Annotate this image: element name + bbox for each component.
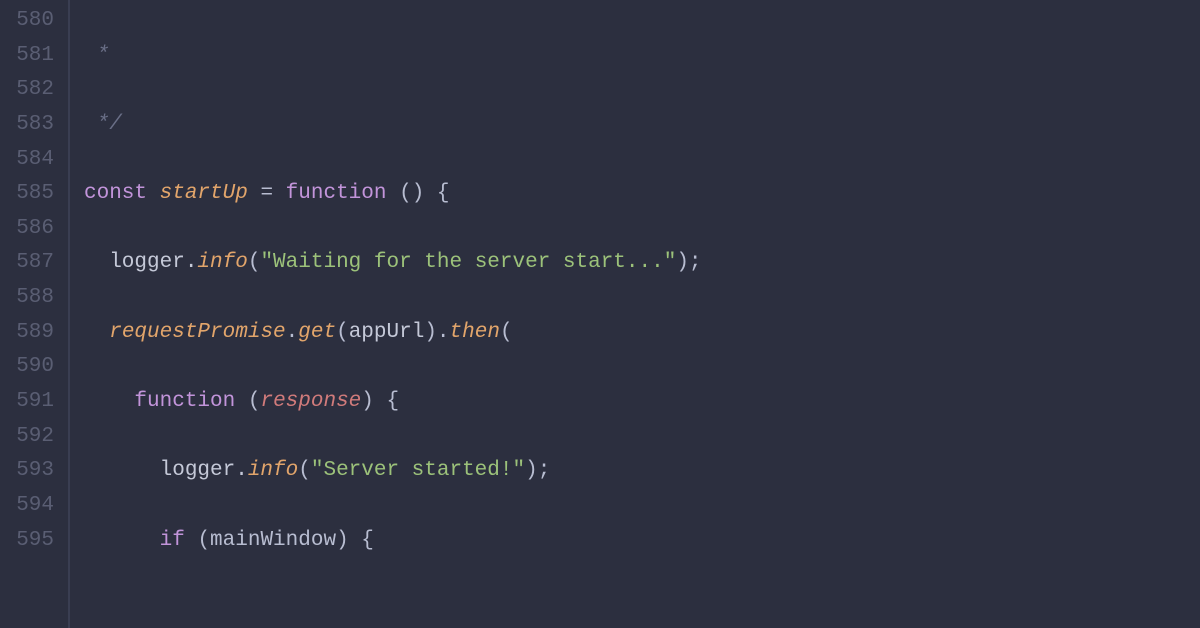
code-line[interactable]: [84, 593, 1200, 628]
code-line[interactable]: if (mainWindow) {: [84, 524, 1200, 559]
line-number: 592: [8, 420, 54, 455]
code-line[interactable]: function (response) {: [84, 385, 1200, 420]
line-number: 581: [8, 39, 54, 74]
code-area[interactable]: * */ const startUp = function () { logge…: [70, 0, 1200, 628]
line-number: 585: [8, 177, 54, 212]
code-line[interactable]: logger.info("Waiting for the server star…: [84, 246, 1200, 281]
line-number: 590: [8, 350, 54, 385]
code-line[interactable]: *: [84, 39, 1200, 74]
line-number-gutter: 580 581 582 583 584 585 586 587 588 589 …: [0, 0, 68, 628]
code-editor[interactable]: 580 581 582 583 584 585 586 587 588 589 …: [0, 0, 1200, 628]
line-number: 593: [8, 454, 54, 489]
line-number: 583: [8, 108, 54, 143]
code-line[interactable]: */: [84, 108, 1200, 143]
line-number: 594: [8, 489, 54, 524]
line-number: 582: [8, 73, 54, 108]
line-number: 588: [8, 281, 54, 316]
line-number: 584: [8, 143, 54, 178]
line-number: 595: [8, 524, 54, 559]
line-number: 580: [8, 4, 54, 39]
code-line[interactable]: logger.info("Server started!");: [84, 454, 1200, 489]
line-number: 591: [8, 385, 54, 420]
line-number: 587: [8, 246, 54, 281]
line-number: 589: [8, 316, 54, 351]
code-line[interactable]: const startUp = function () {: [84, 177, 1200, 212]
line-number: 586: [8, 212, 54, 247]
code-line[interactable]: requestPromise.get(appUrl).then(: [84, 316, 1200, 351]
